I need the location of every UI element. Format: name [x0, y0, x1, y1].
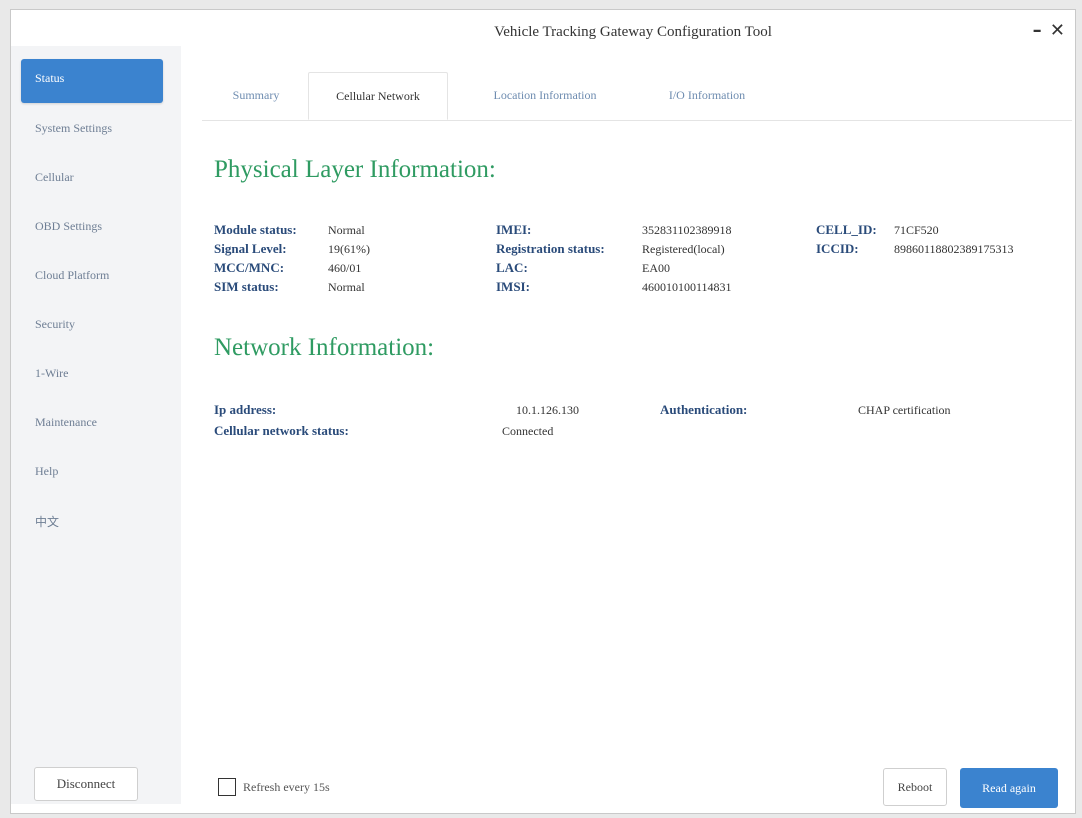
registration-status-value: Registered(local) — [642, 242, 725, 256]
tab-bar: Summary Cellular Network Location Inform… — [202, 72, 1072, 121]
sidebar-item-1-wire[interactable]: 1-Wire — [21, 354, 163, 396]
sim-status-label: SIM status: — [214, 279, 279, 294]
sidebar-item-cloud-platform[interactable]: Cloud Platform — [21, 256, 163, 298]
signal-level-label: Signal Level: — [214, 241, 287, 256]
sidebar-item-system-settings[interactable]: System Settings — [21, 109, 163, 151]
iccid-label: ICCID: — [816, 241, 859, 256]
tab-location-information[interactable]: Location Information — [460, 72, 630, 120]
window-controls: – ✕ — [1031, 20, 1065, 41]
disconnect-button[interactable]: Disconnect — [34, 767, 138, 801]
sidebar-item-security[interactable]: Security — [21, 305, 163, 347]
cell-id-value: 71CF520 — [894, 223, 939, 237]
mcc-mnc-label: MCC/MNC: — [214, 260, 285, 275]
sidebar: Status System Settings Cellular OBD Sett… — [11, 46, 181, 804]
tab-cellular-network[interactable]: Cellular Network — [308, 72, 448, 120]
refresh-checkbox[interactable] — [218, 778, 236, 796]
close-icon[interactable]: ✕ — [1050, 20, 1065, 41]
imsi-value: 460010100114831 — [642, 280, 732, 294]
reboot-button[interactable]: Reboot — [883, 768, 947, 806]
network-information-heading: Network Information: — [214, 334, 435, 361]
module-status-label: Module status: — [214, 222, 297, 237]
tab-summary[interactable]: Summary — [212, 72, 300, 120]
sim-status-value: Normal — [328, 280, 365, 294]
refresh-label: Refresh every 15s — [243, 780, 330, 794]
cellular-network-status-value: Connected — [502, 424, 554, 438]
module-status-value: Normal — [328, 223, 365, 237]
ip-address-label: Ip address: — [214, 402, 277, 417]
cell-id-label: CELL_ID: — [816, 222, 877, 237]
sidebar-item-obd-settings[interactable]: OBD Settings — [21, 207, 163, 249]
mcc-mnc-value: 460/01 — [328, 261, 362, 275]
sidebar-item-cellular[interactable]: Cellular — [21, 158, 163, 200]
physical-layer-heading: Physical Layer Information: — [214, 156, 496, 183]
sidebar-item-status[interactable]: Status — [21, 59, 163, 103]
sidebar-item-maintenance[interactable]: Maintenance — [21, 403, 163, 445]
imei-value: 352831102389918 — [642, 223, 732, 237]
main-content: Summary Cellular Network Location Inform… — [190, 46, 1072, 810]
registration-status-label: Registration status: — [496, 241, 605, 256]
ip-address-value: 10.1.126.130 — [516, 403, 579, 417]
authentication-value: CHAP certification — [858, 403, 951, 417]
read-again-button[interactable]: Read again — [960, 768, 1058, 808]
imei-label: IMEI: — [496, 222, 532, 237]
minimize-icon[interactable]: – — [1033, 20, 1042, 41]
lac-value: EA00 — [642, 261, 670, 275]
iccid-value: 89860118802389175313 — [894, 242, 1014, 256]
sidebar-item-chinese[interactable]: 中文 — [21, 501, 163, 543]
authentication-label: Authentication: — [660, 402, 748, 417]
lac-label: LAC: — [496, 260, 528, 275]
imsi-label: IMSI: — [496, 279, 530, 294]
window-title: Vehicle Tracking Gateway Configuration T… — [494, 24, 772, 40]
tab-io-information[interactable]: I/O Information — [642, 72, 772, 120]
signal-level-value: 19(61%) — [328, 242, 370, 256]
sidebar-item-help[interactable]: Help — [21, 452, 163, 494]
cellular-network-status-label: Cellular network status: — [214, 423, 349, 438]
